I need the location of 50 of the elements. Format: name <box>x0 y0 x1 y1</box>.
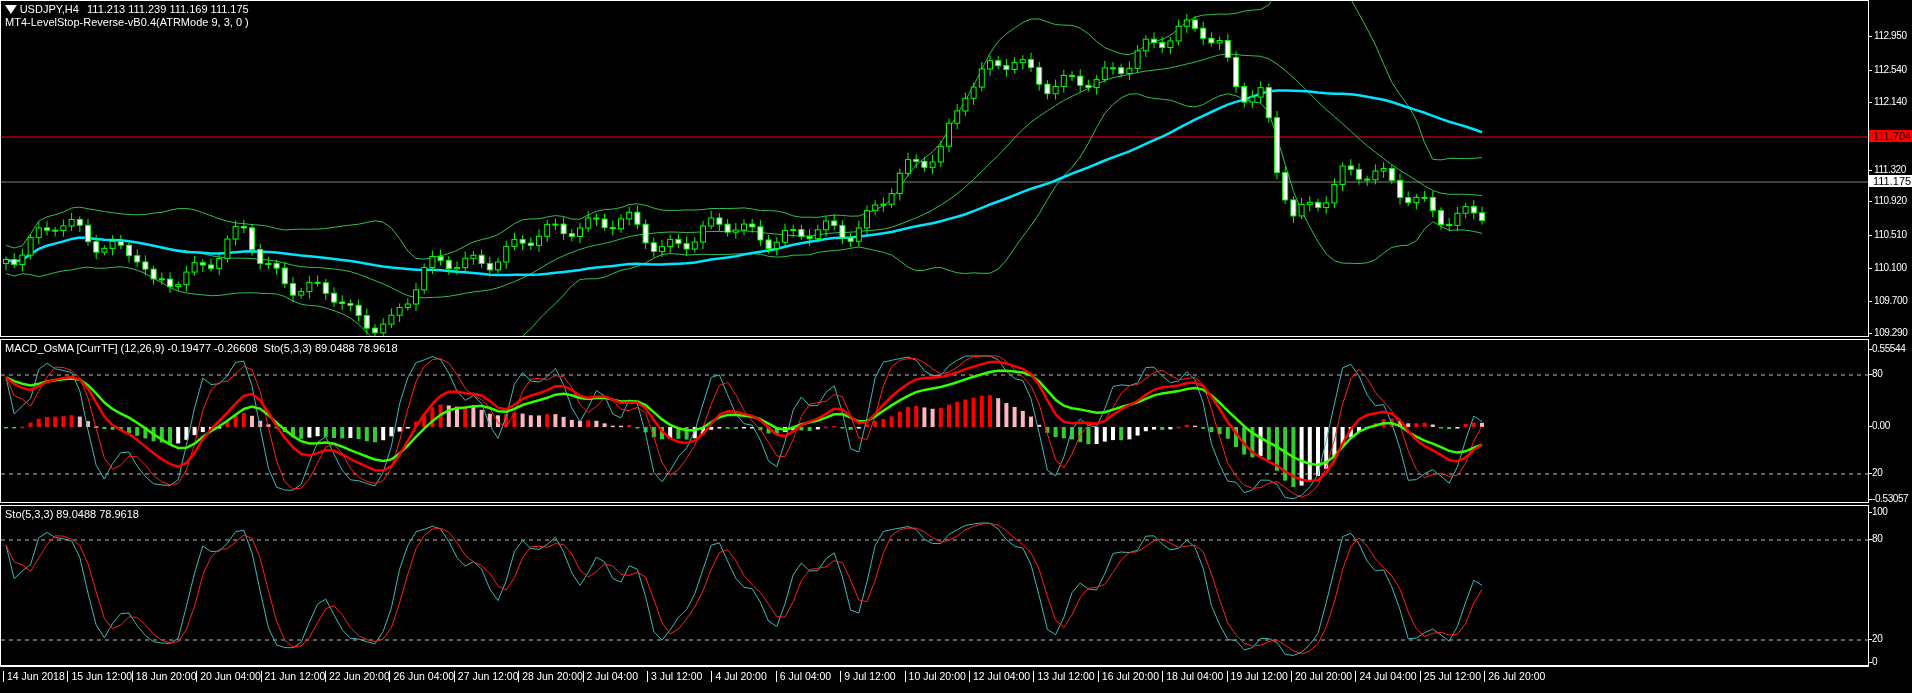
stochastic-axis-label: 0 <box>1872 656 1878 668</box>
time-axis-label: 3 Jul 12:00 <box>647 671 703 682</box>
time-axis-label: 21 Jun 12:00 <box>260 671 326 682</box>
time-axis-label: 13 Jul 12:00 <box>1033 671 1095 682</box>
time-axis-label: 14 Jun 2018 <box>3 671 65 682</box>
price-axis-label: 110.100 <box>1873 262 1907 274</box>
stochastic-axis-label: 20 <box>1872 633 1883 645</box>
symbol-label: USDJPY,H4 <box>19 3 79 16</box>
macd-axis-label: 20 <box>1872 467 1883 479</box>
time-axis-label: 26 Jul 20:00 <box>1484 671 1546 682</box>
macd-axis-label: -0.53057 <box>1872 493 1909 505</box>
time-axis-label: 2 Jul 04:00 <box>582 671 638 682</box>
time-axis-label: 25 Jul 12:00 <box>1419 671 1481 682</box>
stochastic-axis-label: 80 <box>1872 533 1883 545</box>
time-axis-label: 27 Jun 12:00 <box>453 671 519 682</box>
price-axis-label: 112.140 <box>1873 96 1907 108</box>
price-axis-label: 109.700 <box>1873 295 1908 307</box>
indicator-label: Sto(5,3,3) 89.0488 78.9618 <box>5 508 139 521</box>
price-axis-label: 109.290 <box>1873 327 1908 339</box>
time-axis-label: 18 Jul 04:00 <box>1162 671 1224 682</box>
time-axis-label: 26 Jun 04:00 <box>389 671 455 682</box>
indicator-label: MT4-LevelStop-Reverse-vB0.4(ATRMode 9, 3, 0 ) <box>5 16 249 29</box>
price-axis-label: 110.510 <box>1873 229 1907 241</box>
time-axis-label: 9 Jul 12:00 <box>840 671 896 682</box>
indicator-label: MACD_OsMA [CurrTF] (12,26,9) -0.19477 -0.26608 Sto(5,3,3) 89.0488 78.9618 <box>5 342 398 355</box>
time-axis-label: 18 Jun 20:00 <box>131 671 197 682</box>
stochastic-axis-label: 100 <box>1872 506 1888 518</box>
time-axis-label: 20 Jun 04:00 <box>196 671 261 682</box>
price-marker: 111.175 <box>1869 175 1912 187</box>
macd-axis-label: 0.00 <box>1872 420 1890 432</box>
price-axis-label: 112.540 <box>1873 64 1907 76</box>
time-axis-label: 24 Jul 04:00 <box>1355 671 1417 682</box>
dropdown-triangle-icon[interactable] <box>5 5 17 14</box>
time-axis-label: 6 Jul 04:00 <box>775 671 832 682</box>
time-axis-label: 15 Jun 12:00 <box>67 671 133 682</box>
time-axis-label: 12 Jul 04:00 <box>969 671 1031 682</box>
macd-axis-label: 80 <box>1872 368 1883 380</box>
price-axis-label: 112.950 <box>1873 30 1907 42</box>
price-marker: 111.704 <box>1869 130 1912 142</box>
time-axis-label: 20 Jul 20:00 <box>1291 671 1353 682</box>
time-axis-label: 22 Jun 20:00 <box>325 671 390 682</box>
time-axis-label: 16 Jul 20:00 <box>1097 671 1159 682</box>
quote-values: 111.213 111.239 111.169 111.175 <box>87 3 249 16</box>
time-axis-label: 4 Jul 20:00 <box>711 671 767 682</box>
macd-axis-label: 0.55544 <box>1872 343 1906 355</box>
time-axis-label: 10 Jul 20:00 <box>904 671 966 682</box>
price-axis-label: 110.920 <box>1873 195 1907 207</box>
time-axis-label: 19 Jul 12:00 <box>1226 671 1288 682</box>
price-axis-label: 111.320 <box>1873 164 1906 176</box>
time-axis-label: 28 Jun 20:00 <box>518 671 583 682</box>
